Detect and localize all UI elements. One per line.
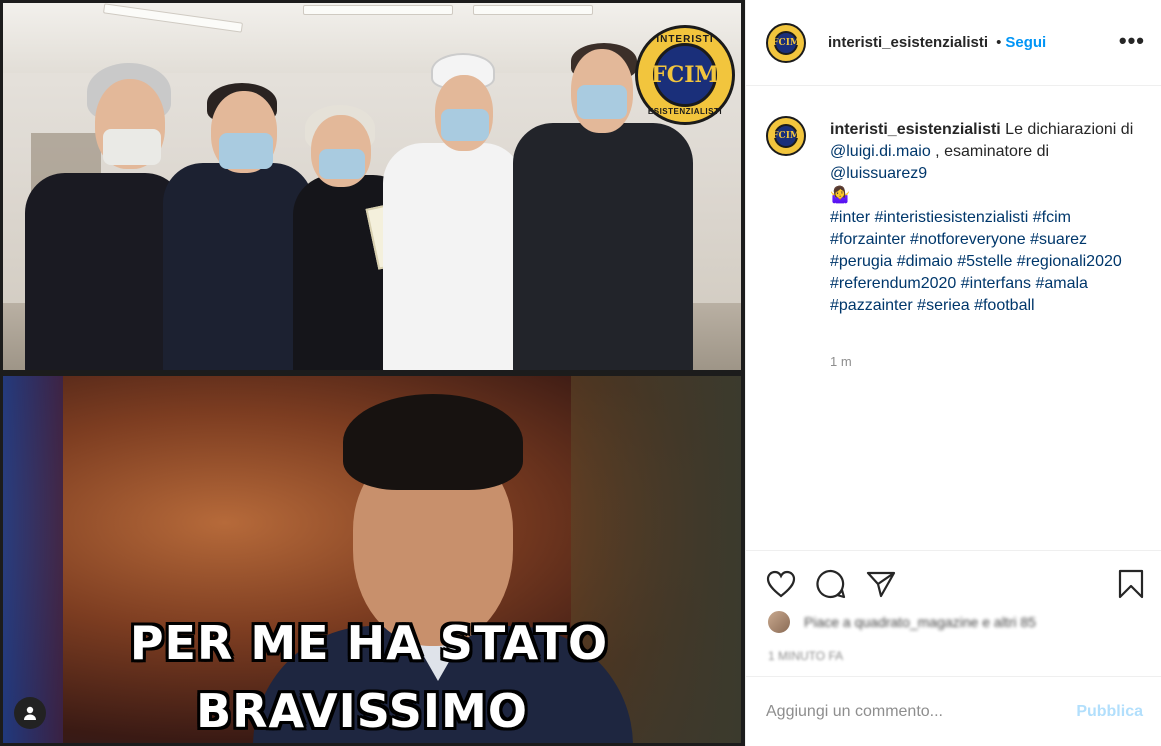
likes-row[interactable]: Piace a quadrato_magazine e altri 85 <box>766 609 1036 635</box>
post-time[interactable]: 1 m <box>830 354 852 369</box>
comment-form: Pubblica <box>746 676 1161 746</box>
badge-center-monogram: FCIM <box>651 43 719 107</box>
photo-top-panel: INTERISTI FCIM ESISTENZIALISTI <box>3 3 741 370</box>
photo-bottom-panel: PER ME HA STATO BRAVISSIMO <box>3 376 741 743</box>
more-options-button[interactable]: ••• <box>1119 28 1145 54</box>
share-button[interactable] <box>864 567 898 601</box>
ceiling-lamp <box>473 5 593 15</box>
share-icon <box>866 571 896 598</box>
save-button[interactable] <box>1114 567 1148 601</box>
header-username[interactable]: interisti_esistenzialisti <box>828 34 988 51</box>
hair <box>343 394 523 490</box>
hashtags[interactable]: #inter #interistiesistenzialisti #fcim #… <box>830 207 1140 317</box>
caption-text: interisti_esistenzialisti Le dichiarazio… <box>830 119 1140 317</box>
heart-icon <box>766 570 796 598</box>
meme-caption-line-1: PER ME HA STATO <box>129 616 609 670</box>
follow-button[interactable]: Segui <box>1005 34 1046 51</box>
caption-username[interactable]: interisti_esistenzialisti <box>830 121 1001 138</box>
mention-link[interactable]: @luissuarez9 <box>830 165 927 182</box>
person-man-left <box>163 83 313 370</box>
ceiling-lamp <box>303 5 453 15</box>
more-dots-icon: ••• <box>1118 28 1145 53</box>
likes-text[interactable]: Piace a quadrato_magazine e altri 85 <box>804 614 1036 630</box>
user-tag-button[interactable] <box>14 697 46 729</box>
separator-dot: • <box>996 34 1002 51</box>
post-media[interactable]: INTERISTI FCIM ESISTENZIALISTI PER ME HA… <box>0 0 745 746</box>
avatar[interactable]: FCIM <box>766 22 806 63</box>
comment-button[interactable] <box>814 567 848 601</box>
post-header: FCIM interisti_esistenzialisti • Segui •… <box>746 0 1161 86</box>
comment-input[interactable] <box>766 702 1077 721</box>
caption-avatar[interactable]: FCIM <box>766 116 806 156</box>
action-bar: Piace a quadrato_magazine e altri 85 1 M… <box>746 550 1161 676</box>
meme-caption-line-2: BRAVISSIMO <box>196 684 528 738</box>
avatar-monogram: FCIM <box>772 30 800 55</box>
badge-bottom-text: ESISTENZIALISTI <box>647 107 723 116</box>
post-date: 1 MINUTO FA <box>768 649 844 663</box>
liker-avatar <box>766 609 792 635</box>
person-woman-left <box>25 63 185 370</box>
comment-icon <box>816 569 846 599</box>
bookmark-icon <box>1118 569 1144 599</box>
badge-top-text: INTERISTI <box>656 34 714 45</box>
caption-text-part: Le dichiarazioni di <box>1000 121 1134 138</box>
mention-link[interactable]: @luigi.di.maio <box>830 143 931 160</box>
caption-text-part: , esaminatore di <box>930 143 1050 160</box>
publish-button[interactable]: Pubblica <box>1076 703 1143 721</box>
person-suarez <box>383 53 523 370</box>
interisti-logo-badge: INTERISTI FCIM ESISTENZIALISTI <box>635 25 735 125</box>
shrug-emoji: 🤷‍♀️ <box>830 187 850 204</box>
user-tag-icon <box>24 706 36 720</box>
like-button[interactable] <box>764 567 798 601</box>
post-sidebar: FCIM interisti_esistenzialisti • Segui •… <box>745 0 1161 746</box>
avatar-monogram: FCIM <box>772 124 800 148</box>
